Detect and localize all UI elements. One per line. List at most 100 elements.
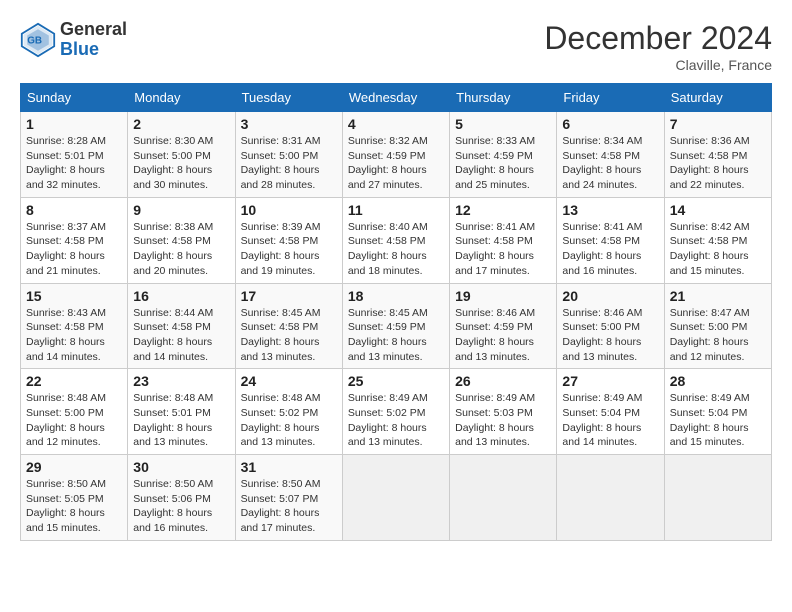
day-number: 23 bbox=[133, 373, 229, 389]
calendar-table: SundayMondayTuesdayWednesdayThursdayFrid… bbox=[20, 83, 772, 541]
day-info: Sunrise: 8:31 AMSunset: 5:00 PMDaylight:… bbox=[241, 134, 337, 193]
day-info: Sunrise: 8:46 AMSunset: 4:59 PMDaylight:… bbox=[455, 306, 551, 365]
logo-text: GeneralBlue bbox=[60, 20, 127, 60]
calendar-cell: 21Sunrise: 8:47 AMSunset: 5:00 PMDayligh… bbox=[664, 283, 771, 369]
month-title: December 2024 bbox=[544, 20, 772, 57]
day-info: Sunrise: 8:34 AMSunset: 4:58 PMDaylight:… bbox=[562, 134, 658, 193]
logo: GB GeneralBlue bbox=[20, 20, 127, 60]
day-info: Sunrise: 8:43 AMSunset: 4:58 PMDaylight:… bbox=[26, 306, 122, 365]
day-number: 29 bbox=[26, 459, 122, 475]
day-number: 31 bbox=[241, 459, 337, 475]
column-header-thursday: Thursday bbox=[450, 84, 557, 112]
day-info: Sunrise: 8:45 AMSunset: 4:58 PMDaylight:… bbox=[241, 306, 337, 365]
day-number: 30 bbox=[133, 459, 229, 475]
calendar-cell bbox=[450, 455, 557, 541]
calendar-cell bbox=[664, 455, 771, 541]
day-info: Sunrise: 8:28 AMSunset: 5:01 PMDaylight:… bbox=[26, 134, 122, 193]
calendar-cell: 25 Sunrise: 8:49 AMSunset: 5:02 PMDayligh… bbox=[342, 369, 449, 455]
calendar-cell: 1 Sunrise: 8:28 AMSunset: 5:01 PMDaylight… bbox=[21, 112, 128, 198]
day-info: Sunrise: 8:38 AMSunset: 4:58 PMDaylight:… bbox=[133, 220, 229, 279]
calendar-cell: 28 Sunrise: 8:49 AMSunset: 5:04 PMDayligh… bbox=[664, 369, 771, 455]
calendar-cell: 9 Sunrise: 8:38 AMSunset: 4:58 PMDaylight… bbox=[128, 197, 235, 283]
calendar-header-row: SundayMondayTuesdayWednesdayThursdayFrid… bbox=[21, 84, 772, 112]
calendar-cell: 10Sunrise: 8:39 AMSunset: 4:58 PMDayligh… bbox=[235, 197, 342, 283]
calendar-cell: 4Sunrise: 8:32 AMSunset: 4:59 PMDaylight… bbox=[342, 112, 449, 198]
location: Claville, France bbox=[544, 57, 772, 73]
calendar-cell: 12 Sunrise: 8:41 AMSunset: 4:58 PMDayligh… bbox=[450, 197, 557, 283]
day-number: 26 bbox=[455, 373, 551, 389]
day-number: 22 bbox=[26, 373, 122, 389]
calendar-cell: 24 Sunrise: 8:48 AMSunset: 5:02 PMDayligh… bbox=[235, 369, 342, 455]
day-number: 10 bbox=[241, 202, 337, 218]
column-header-friday: Friday bbox=[557, 84, 664, 112]
day-info: Sunrise: 8:48 AMSunset: 5:02 PMDaylight:… bbox=[241, 391, 337, 450]
calendar-week-3: 15 Sunrise: 8:43 AMSunset: 4:58 PMDayligh… bbox=[21, 283, 772, 369]
day-number: 19 bbox=[455, 288, 551, 304]
calendar-cell: 31 Sunrise: 8:50 AMSunset: 5:07 PMDayligh… bbox=[235, 455, 342, 541]
day-info: Sunrise: 8:50 AMSunset: 5:07 PMDaylight:… bbox=[241, 477, 337, 536]
column-header-monday: Monday bbox=[128, 84, 235, 112]
day-info: Sunrise: 8:32 AMSunset: 4:59 PMDaylight:… bbox=[348, 134, 444, 193]
day-number: 13 bbox=[562, 202, 658, 218]
day-number: 25 bbox=[348, 373, 444, 389]
calendar-cell: 16Sunrise: 8:44 AMSunset: 4:58 PMDayligh… bbox=[128, 283, 235, 369]
day-info: Sunrise: 8:40 AMSunset: 4:58 PMDaylight:… bbox=[348, 220, 444, 279]
day-number: 7 bbox=[670, 116, 766, 132]
day-info: Sunrise: 8:49 AMSunset: 5:02 PMDaylight:… bbox=[348, 391, 444, 450]
page-header: GB GeneralBlue December 2024 Claville, F… bbox=[20, 20, 772, 73]
day-number: 11 bbox=[348, 202, 444, 218]
day-number: 27 bbox=[562, 373, 658, 389]
day-info: Sunrise: 8:41 AMSunset: 4:58 PMDaylight:… bbox=[455, 220, 551, 279]
day-number: 9 bbox=[133, 202, 229, 218]
day-number: 1 bbox=[26, 116, 122, 132]
calendar-cell: 26 Sunrise: 8:49 AMSunset: 5:03 PMDayligh… bbox=[450, 369, 557, 455]
calendar-cell: 14Sunrise: 8:42 AMSunset: 4:58 PMDayligh… bbox=[664, 197, 771, 283]
column-header-tuesday: Tuesday bbox=[235, 84, 342, 112]
day-number: 2 bbox=[133, 116, 229, 132]
day-info: Sunrise: 8:33 AMSunset: 4:59 PMDaylight:… bbox=[455, 134, 551, 193]
title-block: December 2024 Claville, France bbox=[544, 20, 772, 73]
day-info: Sunrise: 8:50 AMSunset: 5:06 PMDaylight:… bbox=[133, 477, 229, 536]
logo-icon: GB bbox=[20, 22, 56, 58]
calendar-cell bbox=[557, 455, 664, 541]
day-info: Sunrise: 8:49 AMSunset: 5:04 PMDaylight:… bbox=[562, 391, 658, 450]
day-info: Sunrise: 8:48 AMSunset: 5:01 PMDaylight:… bbox=[133, 391, 229, 450]
calendar-cell: 19 Sunrise: 8:46 AMSunset: 4:59 PMDayligh… bbox=[450, 283, 557, 369]
column-header-saturday: Saturday bbox=[664, 84, 771, 112]
calendar-cell: 27 Sunrise: 8:49 AMSunset: 5:04 PMDayligh… bbox=[557, 369, 664, 455]
day-info: Sunrise: 8:45 AMSunset: 4:59 PMDaylight:… bbox=[348, 306, 444, 365]
day-info: Sunrise: 8:42 AMSunset: 4:58 PMDaylight:… bbox=[670, 220, 766, 279]
calendar-cell: 15 Sunrise: 8:43 AMSunset: 4:58 PMDayligh… bbox=[21, 283, 128, 369]
calendar-cell: 18Sunrise: 8:45 AMSunset: 4:59 PMDayligh… bbox=[342, 283, 449, 369]
day-info: Sunrise: 8:49 AMSunset: 5:03 PMDaylight:… bbox=[455, 391, 551, 450]
day-info: Sunrise: 8:50 AMSunset: 5:05 PMDaylight:… bbox=[26, 477, 122, 536]
calendar-week-2: 8Sunrise: 8:37 AMSunset: 4:58 PMDaylight… bbox=[21, 197, 772, 283]
calendar-cell: 17Sunrise: 8:45 AMSunset: 4:58 PMDayligh… bbox=[235, 283, 342, 369]
day-number: 3 bbox=[241, 116, 337, 132]
day-number: 28 bbox=[670, 373, 766, 389]
calendar-cell: 11 Sunrise: 8:40 AMSunset: 4:58 PMDayligh… bbox=[342, 197, 449, 283]
day-number: 15 bbox=[26, 288, 122, 304]
calendar-cell: 3 Sunrise: 8:31 AMSunset: 5:00 PMDaylight… bbox=[235, 112, 342, 198]
calendar-cell: 23 Sunrise: 8:48 AMSunset: 5:01 PMDayligh… bbox=[128, 369, 235, 455]
calendar-cell: 22 Sunrise: 8:48 AMSunset: 5:00 PMDayligh… bbox=[21, 369, 128, 455]
day-number: 24 bbox=[241, 373, 337, 389]
day-number: 6 bbox=[562, 116, 658, 132]
day-number: 20 bbox=[562, 288, 658, 304]
day-number: 12 bbox=[455, 202, 551, 218]
day-info: Sunrise: 8:49 AMSunset: 5:04 PMDaylight:… bbox=[670, 391, 766, 450]
column-header-sunday: Sunday bbox=[21, 84, 128, 112]
day-info: Sunrise: 8:46 AMSunset: 5:00 PMDaylight:… bbox=[562, 306, 658, 365]
calendar-week-1: 1 Sunrise: 8:28 AMSunset: 5:01 PMDaylight… bbox=[21, 112, 772, 198]
calendar-week-4: 22 Sunrise: 8:48 AMSunset: 5:00 PMDayligh… bbox=[21, 369, 772, 455]
column-header-wednesday: Wednesday bbox=[342, 84, 449, 112]
svg-text:GB: GB bbox=[27, 35, 42, 46]
calendar-body: 1 Sunrise: 8:28 AMSunset: 5:01 PMDaylight… bbox=[21, 112, 772, 541]
day-number: 5 bbox=[455, 116, 551, 132]
day-info: Sunrise: 8:41 AMSunset: 4:58 PMDaylight:… bbox=[562, 220, 658, 279]
calendar-cell: 30 Sunrise: 8:50 AMSunset: 5:06 PMDayligh… bbox=[128, 455, 235, 541]
calendar-cell: 20 Sunrise: 8:46 AMSunset: 5:00 PMDayligh… bbox=[557, 283, 664, 369]
calendar-week-5: 29 Sunrise: 8:50 AMSunset: 5:05 PMDayligh… bbox=[21, 455, 772, 541]
day-number: 16 bbox=[133, 288, 229, 304]
day-info: Sunrise: 8:48 AMSunset: 5:00 PMDaylight:… bbox=[26, 391, 122, 450]
